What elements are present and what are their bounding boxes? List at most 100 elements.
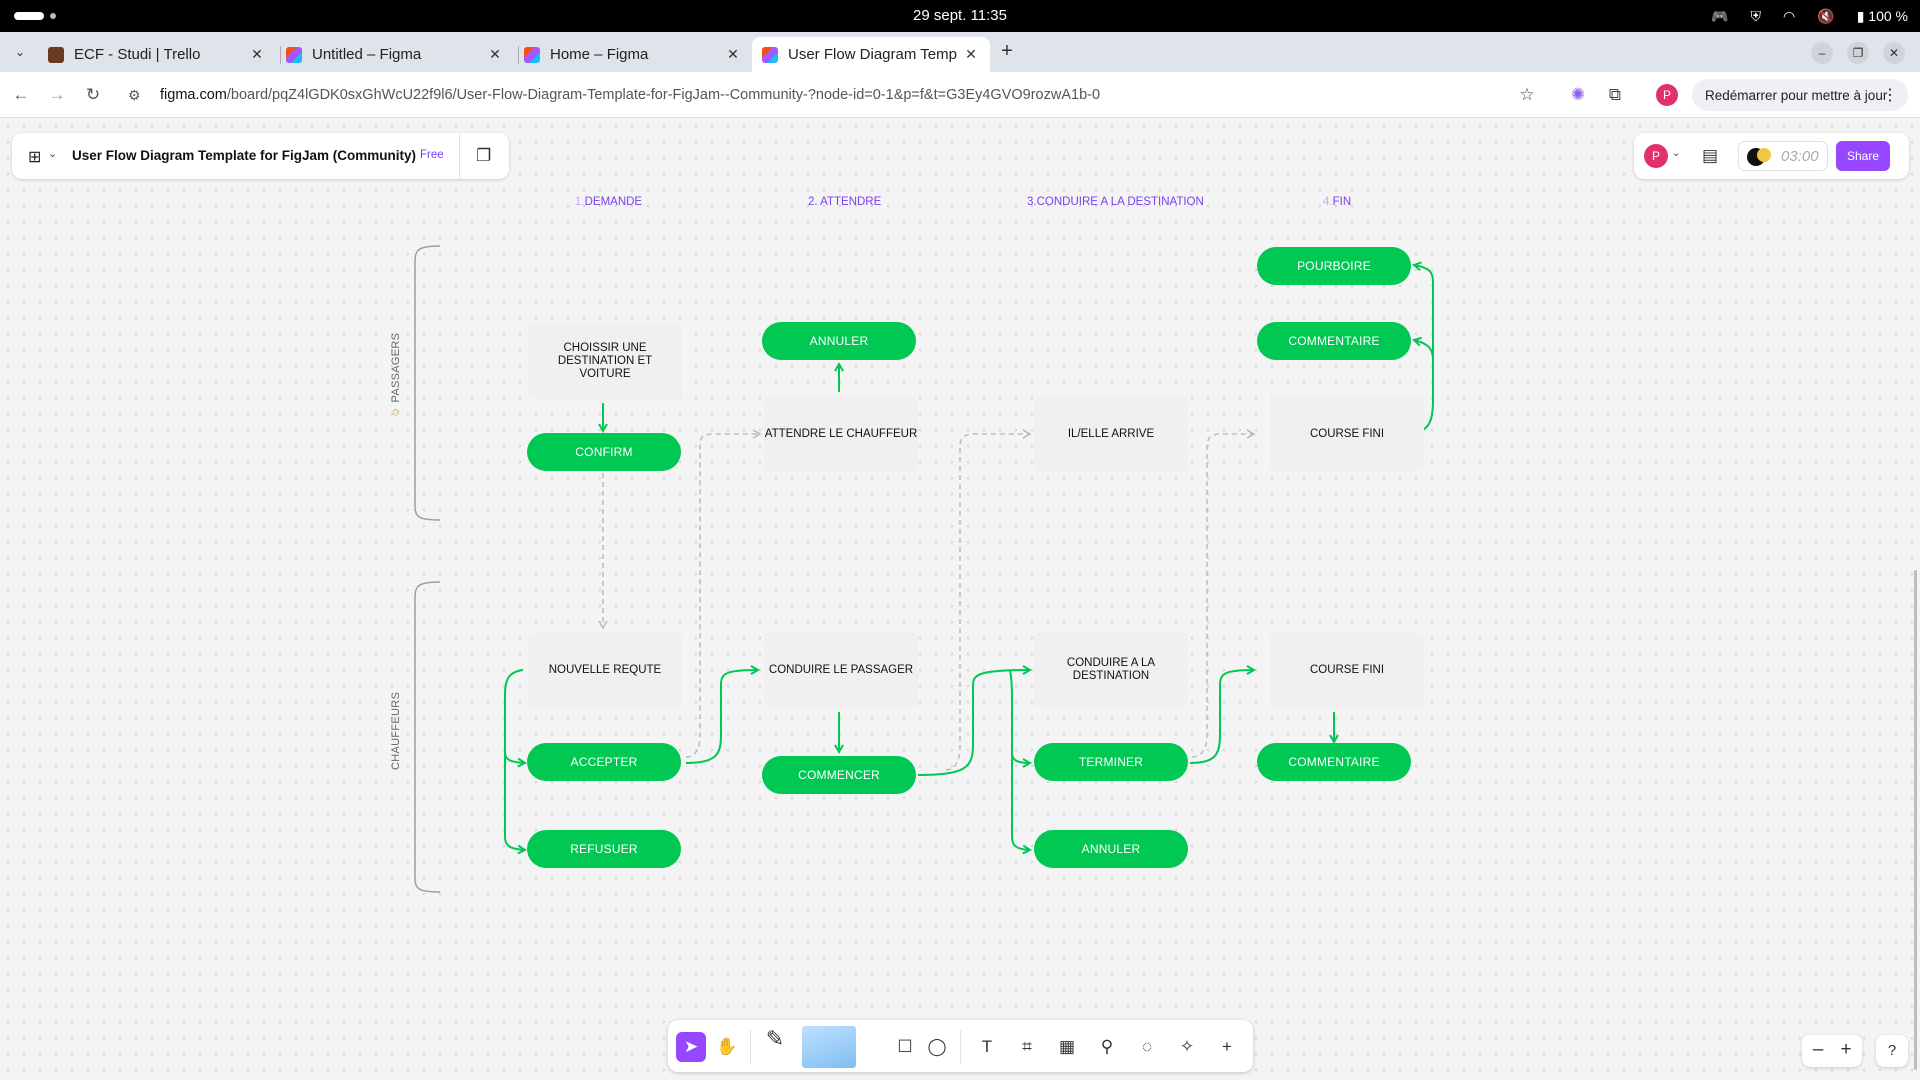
chevron-down-icon[interactable]: ⌄ [1672, 148, 1680, 159]
close-icon[interactable]: ✕ [962, 46, 980, 63]
close-icon[interactable]: ✕ [248, 46, 266, 63]
profile-avatar[interactable]: P [1656, 84, 1678, 106]
action-comment-driver[interactable]: COMMENTAIRE [1257, 743, 1411, 781]
comment-icon[interactable]: ◌ [1132, 1032, 1162, 1062]
column-header-request[interactable]: 1.DEMANDE [575, 196, 642, 208]
timer-widget[interactable]: 03:00 [1738, 141, 1828, 171]
discord-icon[interactable]: 🎮 [1711, 8, 1728, 25]
column-number: 2. [808, 196, 821, 208]
layout-panel-icon[interactable]: ▤ [1702, 146, 1718, 166]
extension-gear-icon[interactable]: ✺ [1566, 83, 1590, 107]
main-menu-chevron-down-icon[interactable]: ⌄ [48, 147, 57, 160]
action-accept[interactable]: ACCEPTER [527, 743, 681, 781]
shield-icon[interactable]: ⛨ [1751, 8, 1762, 25]
note-new-request[interactable]: NOUVELLE REQUTE [528, 633, 682, 707]
sticky-note-icon[interactable] [802, 1026, 856, 1068]
connector-circle-icon[interactable]: ◯ [922, 1032, 952, 1062]
pages-icon[interactable]: ❐ [476, 146, 491, 166]
action-cancel-passenger[interactable]: ANNULER [762, 322, 916, 360]
user-avatar[interactable]: P [1644, 144, 1668, 168]
wifi-icon[interactable]: ◠ [1783, 8, 1795, 25]
plan-badge[interactable]: Free [420, 149, 444, 161]
marker-pen-icon[interactable]: ✎ [760, 1024, 790, 1068]
note-choose-destination[interactable]: CHOISSIR UNE DESTINATION ET VOITURE [528, 323, 682, 399]
note-driver-arrives[interactable]: IL/ELLE ARRIVE [1034, 397, 1188, 471]
figjam-canvas[interactable] [0, 118, 1920, 1080]
extensions-puzzle-icon[interactable]: ⧉ [1603, 83, 1627, 107]
tab-home-figma[interactable]: Home – Figma ✕ [514, 37, 752, 72]
system-tray[interactable]: 🎮 ⛨ ◠ 🔇 ▮ 100 % [1711, 6, 1908, 26]
column-header-end[interactable]: 4.FIN [1323, 196, 1351, 208]
forward-arrow-icon[interactable]: → [44, 82, 70, 108]
close-icon[interactable]: ✕ [724, 46, 742, 63]
browser-tab-strip: ⌄ ECF - Studi | Trello ✕ Untitled – Figm… [0, 32, 1920, 72]
bookmark-star-icon[interactable]: ☆ [1515, 83, 1539, 107]
canvas-vertical-scrollbar[interactable] [1914, 570, 1917, 1070]
bottom-toolbar: ➤ ✋ ✎ ☐ ◯ T ⌗ ▦ ⚲ ◌ ✧ + [668, 1020, 1253, 1072]
restart-to-update-button[interactable]: Redémarrer pour mettre à jour ⋮ [1692, 79, 1908, 111]
column-header-wait[interactable]: 2. ATTENDRE [808, 196, 881, 208]
os-top-bar: 29 sept. 11:35 🎮 ⛨ ◠ 🔇 ▮ 100 % [0, 0, 1920, 32]
action-tip[interactable]: POURBOIRE [1257, 247, 1411, 285]
close-icon[interactable]: ✕ [486, 46, 504, 63]
tab-title: Home – Figma [550, 46, 649, 63]
url-bar[interactable]: ⚙ figma.com/board/pqZ4lGDK0sxGhWcU22f9l6… [128, 80, 1528, 110]
tab-untitled-figma[interactable]: Untitled – Figma ✕ [276, 37, 514, 72]
note-drive-destination[interactable]: CONDUIRE A LA DESTINATION [1034, 633, 1188, 707]
battery-icon: ▮ [1856, 7, 1865, 24]
trello-favicon-icon [48, 46, 64, 63]
new-tab-plus-icon[interactable]: + [994, 38, 1020, 64]
figma-favicon-icon [286, 46, 302, 63]
tab-title: User Flow Diagram Temp [788, 46, 957, 63]
section-icon[interactable]: ⌗ [1012, 1032, 1042, 1062]
minimize-icon[interactable]: – [1811, 42, 1833, 64]
action-confirm[interactable]: CONFIRM [527, 433, 681, 471]
hand-icon[interactable]: ✋ [712, 1032, 742, 1062]
system-clock[interactable]: 29 sept. 11:35 [0, 7, 1920, 24]
more-plus-icon[interactable]: + [1212, 1032, 1242, 1062]
window-close-icon[interactable]: ✕ [1883, 42, 1905, 64]
note-ride-done-passenger[interactable]: COURSE FINI [1270, 397, 1424, 471]
shape-square-icon[interactable]: ☐ [890, 1032, 920, 1062]
lane-label-drivers[interactable]: CHAUFFEURS [390, 692, 402, 770]
stamp-icon[interactable]: ⚲ [1092, 1032, 1122, 1062]
file-name[interactable]: User Flow Diagram Template for FigJam (C… [72, 148, 416, 163]
figjam-logo-icon[interactable]: ⊞ [28, 147, 41, 167]
note-ride-done-driver[interactable]: COURSE FINI [1270, 633, 1424, 707]
battery-percent: 100 % [1868, 8, 1908, 24]
file-title-bar: ⊞ ⌄ User Flow Diagram Template for FigJa… [12, 133, 509, 179]
collaboration-bar: P ⌄ ▤ 03:00 Share [1634, 133, 1909, 179]
tab-list-chevron-down-icon[interactable]: ⌄ [8, 40, 32, 64]
action-finish[interactable]: TERMINER [1034, 743, 1188, 781]
share-button[interactable]: Share [1836, 141, 1890, 171]
screen: 29 sept. 11:35 🎮 ⛨ ◠ 🔇 ▮ 100 % ⌄ ECF - S… [0, 0, 1920, 1080]
more-vert-icon[interactable]: ⋮ [1882, 85, 1898, 105]
zoom-in-icon[interactable]: + [1834, 1039, 1858, 1061]
ai-sparkle-icon[interactable]: ✧ [1172, 1032, 1202, 1062]
maximize-icon[interactable]: ❐ [1847, 42, 1869, 64]
select-cursor-icon[interactable]: ➤ [676, 1032, 706, 1062]
column-header-drive[interactable]: 3.CONDUIRE A LA DESTINATION [1027, 196, 1204, 208]
action-comment-passenger[interactable]: COMMENTAIRE [1257, 322, 1411, 360]
restart-label: Redémarrer pour mettre à jour [1705, 87, 1888, 103]
action-refuse[interactable]: REFUSUER [527, 830, 681, 868]
tab-trello[interactable]: ECF - Studi | Trello ✕ [38, 37, 276, 72]
url-host: figma.com [160, 87, 227, 103]
note-drive-passenger[interactable]: CONDUIRE LE PASSAGER [764, 633, 918, 707]
table-icon[interactable]: ▦ [1052, 1032, 1082, 1062]
text-icon[interactable]: T [972, 1032, 1002, 1062]
divider [750, 1030, 751, 1064]
note-wait-driver[interactable]: ATTENDRE LE CHAUFFEUR [764, 397, 918, 471]
battery-indicator[interactable]: ▮ 100 % [1857, 8, 1908, 25]
action-cancel-driver[interactable]: ANNULER [1034, 830, 1188, 868]
zoom-controls: – + [1802, 1035, 1862, 1067]
site-info-icon[interactable]: ⚙ [128, 87, 148, 104]
speaker-muted-icon[interactable]: 🔇 [1817, 8, 1834, 25]
action-start[interactable]: COMMENCER [762, 756, 916, 794]
reload-icon[interactable]: ↻ [80, 82, 106, 108]
tab-user-flow-diagram[interactable]: User Flow Diagram Temp ✕ [752, 37, 990, 72]
zoom-out-icon[interactable]: – [1806, 1039, 1830, 1061]
lane-label-passengers[interactable]: ☺ PASSAGERS [390, 333, 402, 418]
help-question-icon[interactable]: ? [1876, 1035, 1908, 1067]
back-arrow-icon[interactable]: ← [8, 82, 34, 108]
